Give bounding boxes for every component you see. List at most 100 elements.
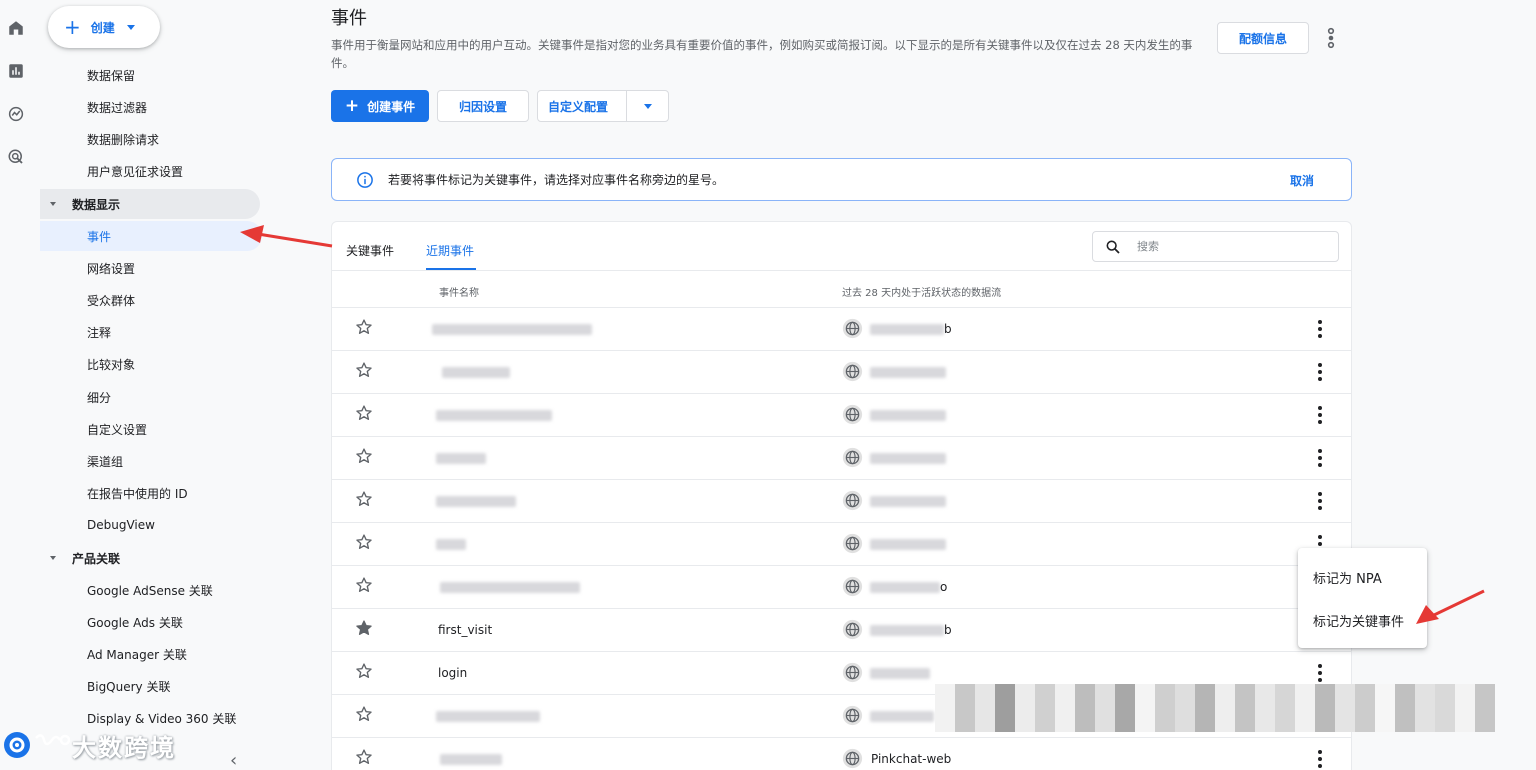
redacted-event-name <box>436 539 466 550</box>
more-vert-icon[interactable] <box>1312 447 1328 469</box>
sidebar-item-label: 自定义设置 <box>87 422 148 437</box>
column-header-event-name[interactable]: 事件名称 <box>439 284 479 299</box>
sidebar-item[interactable]: 细分 <box>40 382 262 412</box>
star-outline-icon[interactable] <box>355 748 373 766</box>
plus-icon: + <box>64 15 81 39</box>
sidebar-group[interactable]: 数据显示 <box>40 189 260 219</box>
star-outline-icon[interactable] <box>355 662 373 680</box>
search-box[interactable] <box>1092 231 1339 262</box>
star-outline-icon[interactable] <box>355 490 373 508</box>
sidebar-item[interactable]: Google AdSense 关联 <box>40 575 262 605</box>
explore-icon[interactable] <box>6 104 26 124</box>
sidebar-item[interactable]: 数据过滤器 <box>40 92 262 122</box>
star-outline-icon[interactable] <box>355 318 373 336</box>
sidebar-item[interactable]: 比较对象 <box>40 349 262 379</box>
sidebar-item-label: 在报告中使用的 ID <box>87 486 188 501</box>
table-row[interactable]: o <box>332 565 1351 608</box>
sidebar-item[interactable]: 注释 <box>40 317 262 347</box>
sidebar-item[interactable]: BigQuery 关联 <box>40 671 262 701</box>
sidebar-item[interactable]: Ad Manager 关联 <box>40 639 262 669</box>
expand-arrow-icon <box>50 202 56 206</box>
chevron-down-icon[interactable] <box>644 104 652 109</box>
create-button[interactable]: + 创建 <box>48 6 160 48</box>
web-stream-icon <box>842 404 863 425</box>
more-vert-icon[interactable] <box>1312 404 1328 426</box>
custom-config-label: 自定义配置 <box>548 99 609 114</box>
redacted-event-name <box>436 496 516 507</box>
annotation-arrow <box>240 225 333 248</box>
more-vert-icon[interactable] <box>1312 318 1328 340</box>
sidebar-item[interactable]: Google Ads 关联 <box>40 607 262 637</box>
sidebar-item[interactable]: 网络设置 <box>40 253 262 283</box>
banner-cancel-button[interactable]: 取消 <box>1290 172 1314 189</box>
star-outline-icon[interactable] <box>355 404 373 422</box>
sidebar-group[interactable]: 产品关联 <box>40 543 262 573</box>
quota-info-button[interactable]: 配额信息 <box>1217 22 1309 54</box>
star-filled-icon[interactable] <box>355 619 373 637</box>
redacted-event-name <box>432 324 592 335</box>
data-stream-name: b <box>944 322 952 336</box>
more-vert-icon[interactable] <box>1312 662 1328 684</box>
table-row[interactable] <box>332 393 1351 436</box>
reports-icon[interactable] <box>6 61 26 81</box>
table-row[interactable] <box>332 350 1351 393</box>
tab-key-events[interactable]: 关键事件 <box>346 242 394 259</box>
more-options-icon[interactable] <box>1322 26 1340 50</box>
sidebar-item-label: 事件 <box>87 229 112 244</box>
sidebar-item[interactable]: 自定义设置 <box>40 414 262 444</box>
divider <box>626 91 627 121</box>
data-stream-name: Pinkchat-web <box>871 752 952 766</box>
data-stream-name: o <box>940 580 948 594</box>
more-vert-icon[interactable] <box>1312 361 1328 383</box>
event-name[interactable]: first_visit <box>438 623 492 637</box>
event-name[interactable]: login <box>438 666 467 680</box>
redacted-stream-name <box>870 539 946 550</box>
table-row[interactable] <box>332 522 1351 565</box>
redacted-event-name <box>436 711 540 722</box>
sidebar-item[interactable]: 在报告中使用的 ID <box>40 478 262 508</box>
star-outline-icon[interactable] <box>355 447 373 465</box>
table-row[interactable] <box>332 479 1351 522</box>
table-row[interactable]: Pinkchat-web <box>332 737 1351 770</box>
star-outline-icon[interactable] <box>355 576 373 594</box>
sidebar-item[interactable]: 事件 <box>40 221 262 251</box>
collapse-sidebar-icon[interactable]: ‹ <box>230 750 237 770</box>
table-row[interactable]: b <box>332 307 1351 350</box>
redacted-event-name <box>440 754 502 765</box>
sidebar-item[interactable]: DebugView <box>40 510 262 540</box>
table-row[interactable] <box>332 436 1351 479</box>
attribution-settings-button[interactable]: 归因设置 <box>437 90 529 122</box>
sidebar-item[interactable]: 渠道组 <box>40 446 262 476</box>
sidebar-item[interactable]: 受众群体 <box>40 285 262 315</box>
redacted-event-name <box>436 410 552 421</box>
web-stream-icon <box>842 576 863 597</box>
plus-icon: + <box>344 95 360 116</box>
row-context-menu: 标记为 NPA 标记为关键事件 <box>1298 548 1427 648</box>
custom-config-button[interactable]: 自定义配置 <box>537 90 669 122</box>
create-event-button[interactable]: + 创建事件 <box>331 90 429 122</box>
star-outline-icon[interactable] <box>355 533 373 551</box>
home-icon[interactable] <box>6 18 26 38</box>
sidebar-item-label: 比较对象 <box>87 357 136 372</box>
star-outline-icon[interactable] <box>355 361 373 379</box>
web-stream-icon <box>842 447 863 468</box>
menu-item-mark-npa[interactable]: 标记为 NPA <box>1313 568 1382 587</box>
sidebar-item-label: 受众群体 <box>87 293 136 308</box>
menu-item-mark-key-event[interactable]: 标记为关键事件 <box>1313 611 1404 630</box>
sidebar-item-label: 细分 <box>87 390 112 405</box>
star-outline-icon[interactable] <box>355 705 373 723</box>
sidebar-item[interactable]: 数据保留 <box>40 60 262 90</box>
more-vert-icon[interactable] <box>1312 490 1328 512</box>
advertising-icon[interactable] <box>6 147 26 167</box>
sidebar-item[interactable]: 用户意见征求设置 <box>40 156 262 186</box>
sidebar-item-label: 数据显示 <box>72 197 121 212</box>
redacted-stream-name <box>870 711 934 722</box>
more-vert-icon[interactable] <box>1312 748 1328 770</box>
column-header-active-streams[interactable]: 过去 28 天内处于活跃状态的数据流 <box>842 284 1001 299</box>
table-row[interactable]: first_visit b <box>332 608 1351 651</box>
search-input[interactable] <box>1137 240 1317 253</box>
create-button-label: 创建 <box>90 20 115 35</box>
tab-recent-events[interactable]: 近期事件 <box>426 242 474 259</box>
watermark-logo-icon <box>4 732 30 758</box>
sidebar-item[interactable]: 数据删除请求 <box>40 124 262 154</box>
